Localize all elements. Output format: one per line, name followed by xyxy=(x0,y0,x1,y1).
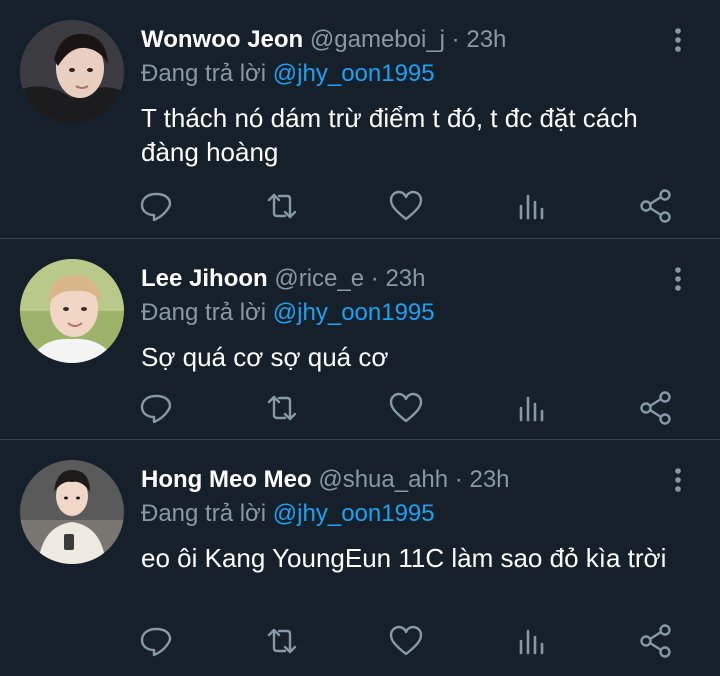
tweet-text: eo ôi Kang YoungEun 11C làm sao đỏ kìa t… xyxy=(141,543,667,573)
avatar[interactable] xyxy=(20,20,124,124)
retweet-icon[interactable] xyxy=(262,388,302,428)
tweet-header: Wonwoo Jeon @gameboi_j · 23h xyxy=(141,25,506,55)
avatar[interactable] xyxy=(20,460,124,564)
tweet-header: Lee Jihoon @rice_e · 23h xyxy=(141,264,425,294)
reply-icon[interactable] xyxy=(136,621,176,661)
replying-to-label: Đang trả lời xyxy=(141,299,267,326)
more-options-icon[interactable] xyxy=(664,466,692,494)
tweet-header: Hong Meo Meo @shua_ahh · 23h xyxy=(141,465,510,495)
share-icon[interactable] xyxy=(636,186,676,226)
replying-to: Đang trả lời @jhy_oon1995 xyxy=(141,298,435,328)
tweet[interactable]: Hong Meo Meo @shua_ahh · 23h Đang trả lờ… xyxy=(0,440,720,676)
replying-to-label: Đang trả lời xyxy=(141,60,267,87)
replying-to: Đang trả lời @jhy_oon1995 xyxy=(141,499,435,529)
share-icon[interactable] xyxy=(636,388,676,428)
avatar[interactable] xyxy=(20,259,124,363)
display-name[interactable]: Wonwoo Jeon xyxy=(141,26,303,53)
separator-dot: · xyxy=(370,265,379,292)
like-icon[interactable] xyxy=(386,186,426,226)
mention-link[interactable]: @jhy_oon1995 xyxy=(273,60,435,87)
like-icon[interactable] xyxy=(386,388,426,428)
tweet-text: T thách nó dám trừ điểm t đó, t đc đặt c… xyxy=(141,103,638,167)
timestamp[interactable]: 23h xyxy=(466,26,506,53)
reply-icon[interactable] xyxy=(136,388,176,428)
replying-to: Đang trả lời @jhy_oon1995 xyxy=(141,59,435,89)
tweet[interactable]: Lee Jihoon @rice_e · 23h Đang trả lời @j… xyxy=(0,239,720,439)
more-options-icon[interactable] xyxy=(664,265,692,293)
display-name[interactable]: Lee Jihoon xyxy=(141,265,268,292)
separator-dot: · xyxy=(451,26,460,53)
mention-link[interactable]: @jhy_oon1995 xyxy=(273,299,435,326)
timestamp[interactable]: 23h xyxy=(385,265,425,292)
action-bar xyxy=(0,621,720,661)
action-bar xyxy=(0,186,720,226)
username-handle[interactable]: @gameboi_j xyxy=(310,26,445,53)
retweet-icon[interactable] xyxy=(262,621,302,661)
reply-icon[interactable] xyxy=(136,186,176,226)
like-icon[interactable] xyxy=(386,621,426,661)
separator-dot: · xyxy=(454,466,463,493)
display-name[interactable]: Hong Meo Meo xyxy=(141,466,312,493)
analytics-icon[interactable] xyxy=(512,186,552,226)
tweet[interactable]: Wonwoo Jeon @gameboi_j · 23h Đang trả lờ… xyxy=(0,0,720,238)
timestamp[interactable]: 23h xyxy=(469,466,509,493)
action-bar xyxy=(0,388,720,428)
analytics-icon[interactable] xyxy=(512,388,552,428)
username-handle[interactable]: @rice_e xyxy=(274,265,364,292)
share-icon[interactable] xyxy=(636,621,676,661)
more-options-icon[interactable] xyxy=(664,26,692,54)
replying-to-label: Đang trả lời xyxy=(141,500,267,527)
analytics-icon[interactable] xyxy=(512,621,552,661)
tweet-text: Sợ quá cơ sợ quá cơ xyxy=(141,342,389,372)
retweet-icon[interactable] xyxy=(262,186,302,226)
username-handle[interactable]: @shua_ahh xyxy=(318,466,448,493)
mention-link[interactable]: @jhy_oon1995 xyxy=(273,500,435,527)
